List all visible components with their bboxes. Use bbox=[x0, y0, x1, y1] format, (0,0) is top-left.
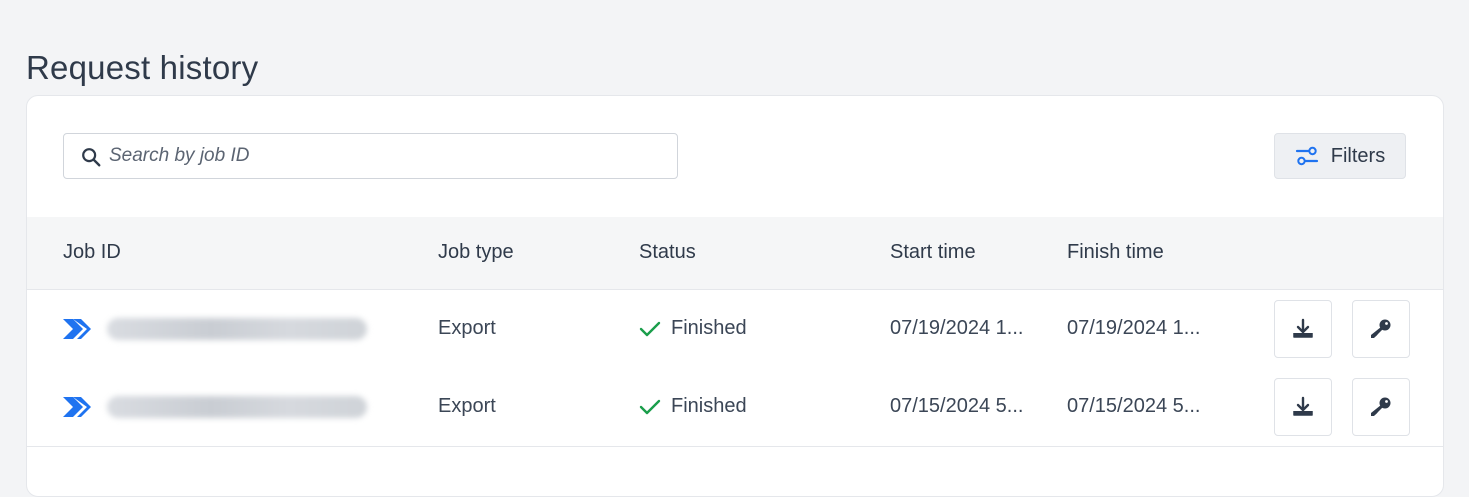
job-id-redacted[interactable] bbox=[107, 396, 367, 418]
column-finish-time[interactable]: Finish time bbox=[1067, 241, 1164, 264]
check-icon bbox=[639, 399, 661, 414]
column-job-id[interactable]: Job ID bbox=[63, 241, 121, 264]
zendesk-chevron-icon bbox=[63, 319, 91, 339]
finish-time-cell: 07/15/2024 5... bbox=[1067, 395, 1201, 417]
table-row[interactable]: Export Finished 07/15/2024 5... 07/15/20… bbox=[27, 368, 1443, 447]
filters-button[interactable]: Filters bbox=[1274, 133, 1406, 179]
column-start-time[interactable]: Start time bbox=[890, 241, 976, 264]
key-icon bbox=[1371, 397, 1391, 416]
key-icon bbox=[1371, 319, 1391, 338]
download-icon bbox=[1293, 318, 1313, 338]
search-input[interactable] bbox=[109, 134, 664, 178]
key-button[interactable] bbox=[1352, 378, 1410, 436]
status-label: Finished bbox=[671, 317, 747, 339]
column-job-type[interactable]: Job type bbox=[438, 241, 514, 264]
zendesk-chevron-icon bbox=[63, 397, 91, 417]
start-time-cell: 07/19/2024 1... bbox=[890, 317, 1024, 339]
table-header: Job ID Job type Status Start time Finish… bbox=[27, 217, 1443, 290]
status-cell: Finished bbox=[639, 317, 747, 340]
page-title: Request history bbox=[26, 49, 259, 87]
start-time-cell: 07/15/2024 5... bbox=[890, 395, 1024, 417]
status-label: Finished bbox=[671, 395, 747, 417]
column-status[interactable]: Status bbox=[639, 241, 696, 264]
download-button[interactable] bbox=[1274, 378, 1332, 436]
job-id-redacted[interactable] bbox=[107, 318, 367, 340]
status-cell: Finished bbox=[639, 395, 747, 418]
job-type-cell: Export bbox=[438, 317, 496, 339]
search-icon bbox=[82, 148, 101, 167]
sliders-icon bbox=[1295, 146, 1318, 166]
check-icon bbox=[639, 321, 661, 336]
download-icon bbox=[1293, 396, 1313, 416]
search-box[interactable] bbox=[63, 133, 678, 179]
key-button[interactable] bbox=[1352, 300, 1410, 358]
finish-time-cell: 07/19/2024 1... bbox=[1067, 317, 1201, 339]
table-row[interactable]: Export Finished 07/19/2024 1... 07/19/20… bbox=[27, 290, 1443, 369]
download-button[interactable] bbox=[1274, 300, 1332, 358]
filters-label: Filters bbox=[1330, 144, 1386, 167]
request-history-card: Filters Job ID Job type Status Start tim… bbox=[26, 95, 1444, 497]
job-type-cell: Export bbox=[438, 395, 496, 417]
